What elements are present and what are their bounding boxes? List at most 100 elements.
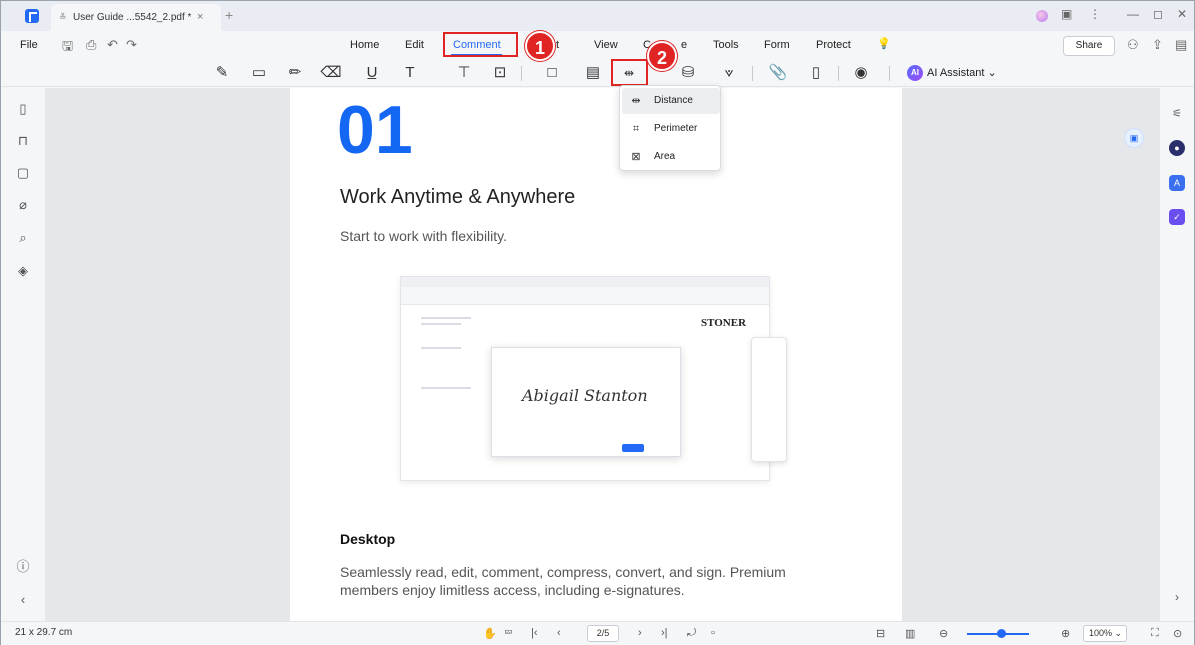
file-menu[interactable]: File bbox=[20, 39, 38, 51]
bookmark-icon[interactable]: ⊓ bbox=[14, 132, 32, 150]
measure-menu-label: Area bbox=[654, 151, 676, 162]
maximize-button[interactable]: ◻ bbox=[1153, 7, 1163, 21]
measure-tool-highlight bbox=[611, 59, 648, 86]
measure-menu-area[interactable]: ⊠ Area bbox=[622, 144, 720, 170]
tab-convert[interactable]: t bbox=[556, 39, 559, 51]
minimize-button[interactable]: — bbox=[1127, 7, 1139, 21]
hand-tool-icon[interactable]: ✋ bbox=[483, 627, 497, 640]
page-number-input[interactable]: 2/5 bbox=[587, 625, 619, 642]
tab-form[interactable]: Form bbox=[764, 39, 790, 51]
thumbnail-icon[interactable]: ▯ bbox=[14, 100, 32, 118]
more-options-icon[interactable]: ⋮ bbox=[1089, 7, 1101, 21]
textbox-icon[interactable]: ⊤ bbox=[453, 62, 475, 84]
save-icon[interactable]: 🖫 bbox=[62, 37, 73, 59]
new-tab-button[interactable]: + bbox=[225, 7, 233, 23]
shape-icon[interactable]: □ bbox=[541, 62, 563, 84]
highlight-icon[interactable]: ✎ bbox=[211, 62, 233, 84]
page-layout-icon[interactable]: ⊟ bbox=[876, 627, 885, 640]
eraser-icon[interactable]: ⌫ bbox=[320, 62, 342, 84]
tab-edit[interactable]: Edit bbox=[405, 39, 424, 51]
attachment-panel-icon[interactable]: ⌀ bbox=[14, 196, 32, 214]
select-tool-icon[interactable]: ⮹ bbox=[504, 627, 513, 640]
measure-dropdown: ⇹ Distance ⌗ Perimeter ⊠ Area bbox=[619, 85, 721, 171]
settings-icon[interactable]: ⊙ bbox=[1173, 627, 1182, 640]
redo-icon[interactable]: ↷ bbox=[126, 37, 137, 53]
shot-text-line bbox=[421, 323, 461, 325]
signature-icon[interactable]: ⟇ bbox=[718, 62, 740, 84]
ai-check-icon[interactable]: ✓ bbox=[1169, 209, 1185, 225]
pdf-page: 01 Work Anytime & Anywhere Start to work… bbox=[290, 88, 902, 621]
shot-text-line bbox=[421, 387, 471, 389]
toolbar-separator bbox=[889, 66, 890, 81]
document-tab[interactable]: ≚ User Guide ...5542_2.pdf * × bbox=[51, 4, 221, 31]
document-canvas[interactable]: 01 Work Anytime & Anywhere Start to work… bbox=[45, 88, 1160, 621]
account-icon[interactable]: ⚇ bbox=[1127, 37, 1139, 53]
tab-close-icon[interactable]: × bbox=[197, 11, 203, 23]
window-menu-icon[interactable]: ▣ bbox=[1061, 7, 1072, 21]
properties-icon[interactable]: ⚟ bbox=[1169, 106, 1185, 122]
measure-menu-perimeter[interactable]: ⌗ Perimeter bbox=[622, 116, 720, 142]
shot-text-line bbox=[421, 317, 471, 319]
rotate-icon[interactable]: ⤾ bbox=[687, 627, 696, 640]
zoom-out-icon[interactable]: ⊖ bbox=[939, 627, 948, 640]
page-subheading: Start to work with flexibility. bbox=[340, 228, 508, 244]
zoom-in-icon[interactable]: ⊕ bbox=[1061, 627, 1070, 640]
next-page-icon[interactable]: › bbox=[638, 627, 642, 639]
comment-list-icon[interactable]: ▯ bbox=[805, 62, 827, 84]
print-icon[interactable]: ⎙ bbox=[86, 37, 96, 53]
upload-icon[interactable]: ⇪ bbox=[1152, 37, 1163, 53]
panel-icon[interactable]: ▤ bbox=[1175, 37, 1187, 53]
tab-protect[interactable]: Protect bbox=[816, 39, 851, 51]
fit-icon[interactable]: ▫ bbox=[711, 627, 715, 639]
pencil-icon[interactable]: ✏ bbox=[284, 62, 306, 84]
zoom-slider-handle[interactable] bbox=[997, 629, 1006, 638]
section-title: Desktop bbox=[340, 531, 396, 547]
last-page-icon[interactable]: ›| bbox=[661, 627, 668, 639]
tab-home[interactable]: Home bbox=[350, 39, 379, 51]
tab-chevron-icon[interactable]: ≚ bbox=[59, 12, 67, 23]
prev-page-icon[interactable]: ‹ bbox=[557, 627, 561, 639]
floating-translate-icon[interactable]: ▣ bbox=[1124, 128, 1144, 148]
help-icon[interactable]: ⓘ bbox=[14, 558, 32, 576]
layers-icon[interactable]: ◈ bbox=[14, 262, 32, 280]
close-window-button[interactable]: ✕ bbox=[1177, 7, 1187, 21]
comment-icon[interactable]: ▢ bbox=[14, 164, 32, 182]
title-bar: ≚ User Guide ...5542_2.pdf * × + ▣ ⋮ — ◻… bbox=[1, 1, 1194, 31]
section-text: Seamlessly read, edit, comment, compress… bbox=[340, 564, 786, 598]
toolbar-separator bbox=[752, 66, 753, 81]
lightbulb-icon[interactable]: 💡 bbox=[877, 37, 891, 50]
avatar[interactable] bbox=[1036, 10, 1048, 22]
share-button[interactable]: Share bbox=[1063, 36, 1115, 56]
measure-menu-label: Distance bbox=[654, 95, 693, 106]
attachment-icon[interactable]: 📎 bbox=[767, 62, 789, 84]
note-icon[interactable]: ▤ bbox=[582, 62, 604, 84]
measure-menu-distance[interactable]: ⇹ Distance bbox=[622, 88, 720, 114]
comment-toolbar: ✎ ▭ ✏ ⌫ U̲ T ⊤ ⊡ □ ▤ ⇹ ⛁ ⟇ 📎 ▯ ◉ AI AI As… bbox=[1, 59, 1194, 87]
collapse-right-icon[interactable]: › bbox=[1169, 589, 1185, 605]
sticky-note-icon[interactable]: ▭ bbox=[248, 62, 270, 84]
text-icon[interactable]: T bbox=[399, 62, 421, 84]
tab-organize-tail[interactable]: e bbox=[681, 39, 687, 51]
tab-view[interactable]: View bbox=[594, 39, 618, 51]
callout-icon[interactable]: ⊡ bbox=[489, 62, 511, 84]
show-hide-icon[interactable]: ◉ bbox=[850, 62, 872, 84]
view-mode-icon[interactable]: ▥ bbox=[905, 627, 915, 640]
translate-icon[interactable]: A bbox=[1169, 175, 1185, 191]
measure-menu-label: Perimeter bbox=[654, 123, 698, 134]
undo-icon[interactable]: ↶ bbox=[107, 37, 118, 53]
stamp-icon[interactable]: ⛁ bbox=[677, 62, 699, 84]
shot-company-name: STONER bbox=[701, 317, 747, 329]
underline-icon[interactable]: U̲ bbox=[361, 62, 383, 84]
shot-side-panel bbox=[751, 337, 787, 462]
ai-chat-icon[interactable]: ● bbox=[1169, 140, 1185, 156]
search-icon[interactable]: ⌕ bbox=[14, 229, 32, 247]
collapse-left-icon[interactable]: ‹ bbox=[14, 591, 32, 609]
tab-tools[interactable]: Tools bbox=[713, 39, 739, 51]
left-sidebar: ▯ ⊓ ▢ ⌀ ⌕ ◈ ⓘ ‹ bbox=[1, 88, 45, 621]
zoom-select[interactable]: 100% ⌄ bbox=[1083, 625, 1127, 642]
ai-assistant-button[interactable]: AI AI Assistant ⌄ bbox=[907, 63, 997, 83]
zoom-value: 100% bbox=[1089, 628, 1113, 638]
app-window: ≚ User Guide ...5542_2.pdf * × + ▣ ⋮ — ◻… bbox=[0, 0, 1195, 645]
fullscreen-icon[interactable]: ⛶ bbox=[1151, 627, 1159, 640]
first-page-icon[interactable]: |‹ bbox=[531, 627, 538, 639]
